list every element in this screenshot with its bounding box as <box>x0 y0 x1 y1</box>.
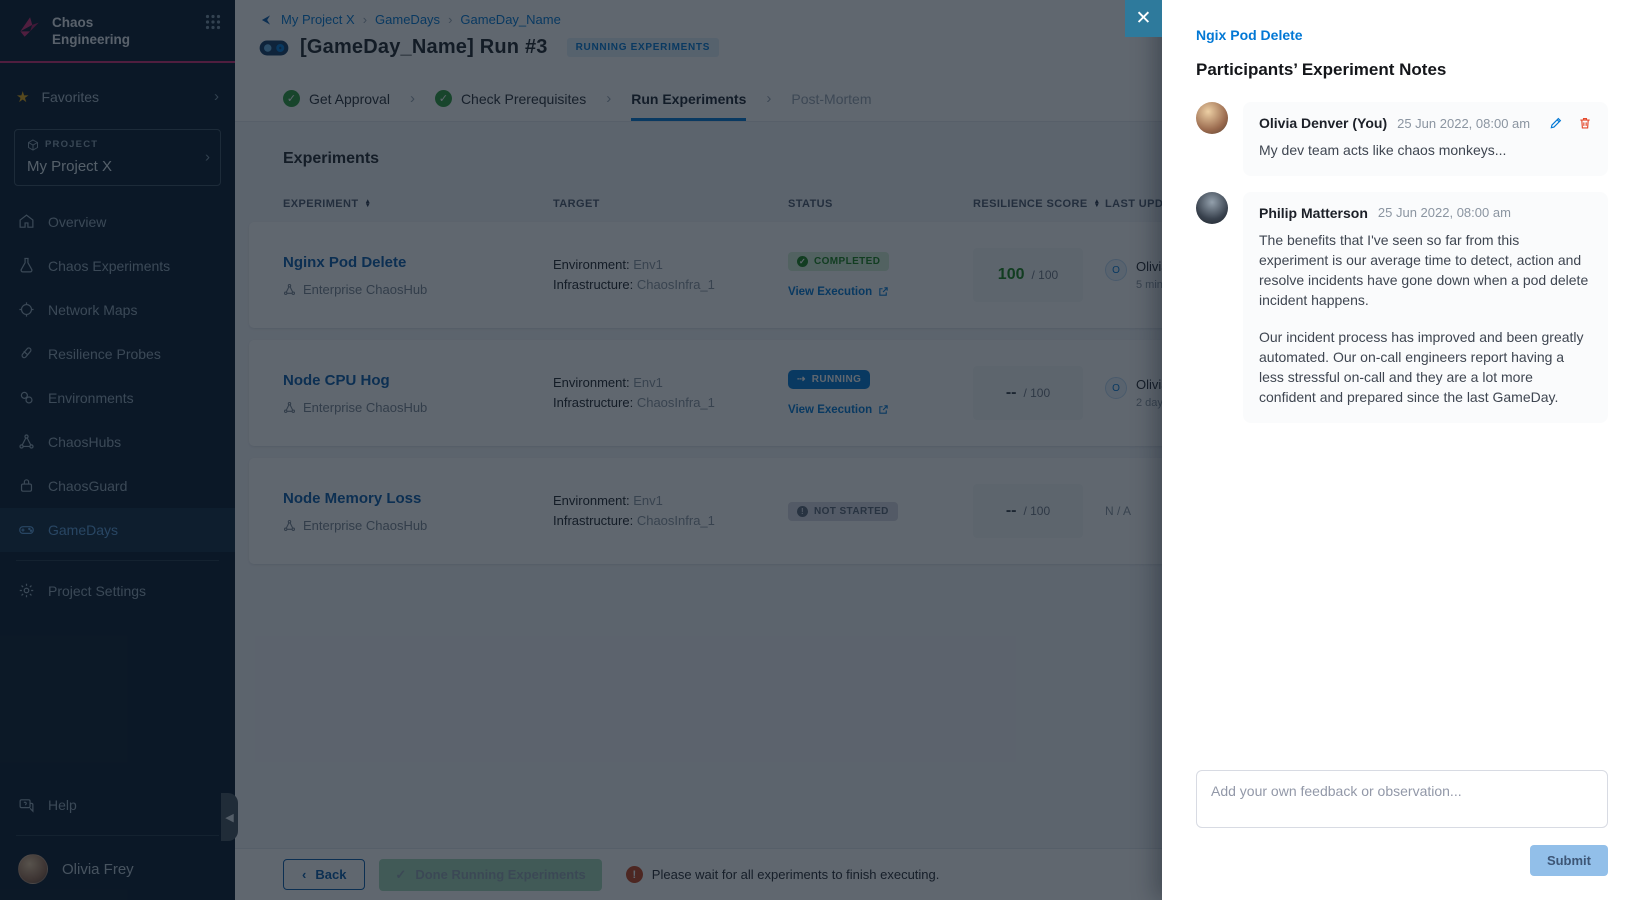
modal-overlay[interactable] <box>0 0 1162 900</box>
note-timestamp: 25 Jun 2022, 08:00 am <box>1378 205 1511 220</box>
experiment-notes-drawer: ✕ Ngix Pod Delete Participants’ Experime… <box>1162 0 1642 900</box>
close-icon[interactable]: ✕ <box>1125 0 1162 37</box>
note-card: Philip Matterson 25 Jun 2022, 08:00 am T… <box>1243 192 1608 423</box>
drawer-body: Ngix Pod Delete Participants’ Experiment… <box>1162 0 1642 740</box>
note-author: Olivia Denver (You) <box>1259 115 1387 131</box>
submit-button[interactable]: Submit <box>1530 845 1608 876</box>
trash-icon <box>1578 116 1592 130</box>
note-text: Our incident process has improved and be… <box>1259 328 1592 408</box>
feedback-input[interactable] <box>1196 770 1608 828</box>
experiment-name-link[interactable]: Ngix Pod Delete <box>1196 27 1303 43</box>
note-text: My dev team acts like chaos monkeys... <box>1259 141 1592 161</box>
edit-note-button[interactable] <box>1549 116 1563 130</box>
avatar <box>1196 192 1228 224</box>
drawer-title: Participants’ Experiment Notes <box>1196 60 1608 80</box>
note-item: Philip Matterson 25 Jun 2022, 08:00 am T… <box>1196 192 1608 423</box>
note-timestamp: 25 Jun 2022, 08:00 am <box>1397 116 1530 131</box>
note-item: Olivia Denver (You) 25 Jun 2022, 08:00 a… <box>1196 102 1608 176</box>
delete-note-button[interactable] <box>1578 116 1592 130</box>
avatar <box>1196 102 1228 134</box>
note-author: Philip Matterson <box>1259 205 1368 221</box>
note-card: Olivia Denver (You) 25 Jun 2022, 08:00 a… <box>1243 102 1608 176</box>
note-text: The benefits that I've seen so far from … <box>1259 231 1592 311</box>
drawer-footer: Submit <box>1162 770 1642 900</box>
pencil-icon <box>1549 116 1563 130</box>
